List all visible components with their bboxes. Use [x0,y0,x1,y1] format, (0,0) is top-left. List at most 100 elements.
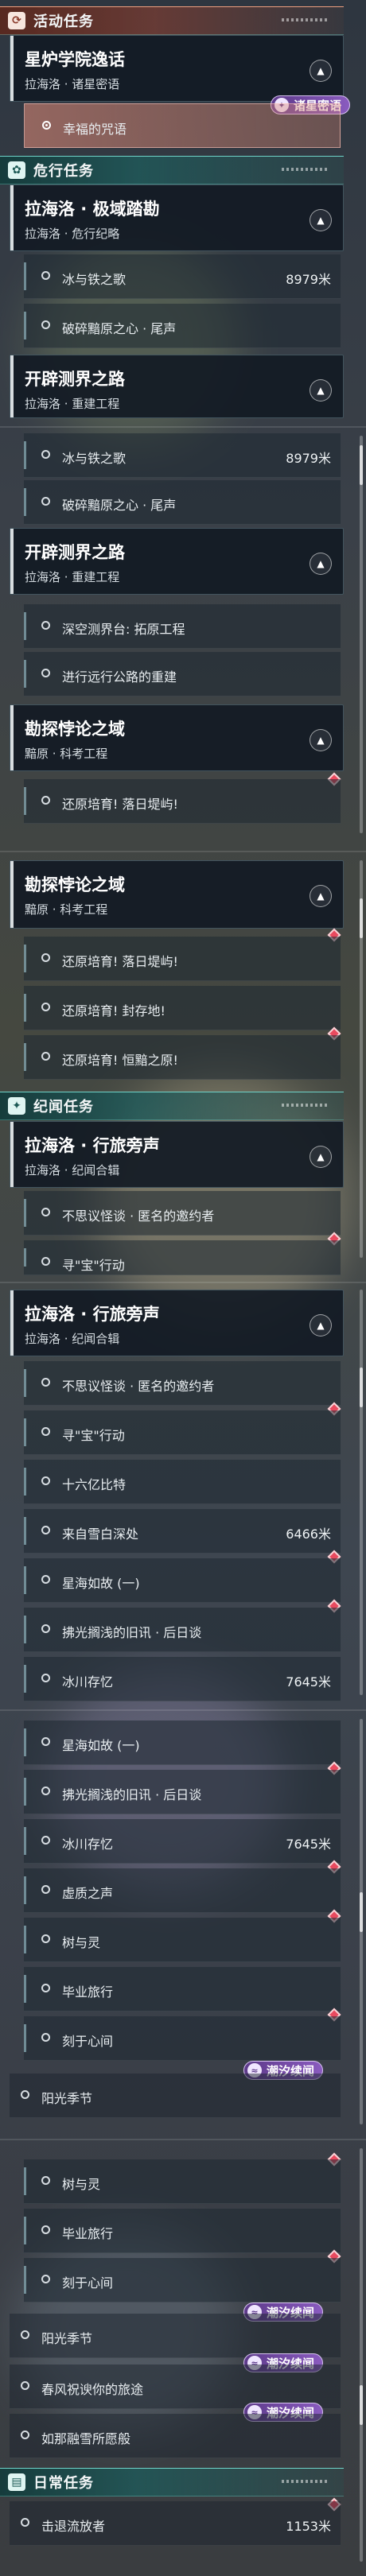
quest-card-explore-2[interactable]: 勘探悖论之域 黯原 · 科考工程 ▲ [10,860,344,929]
task-sea-2[interactable]: 星海如故 (一) [24,1721,341,1765]
task-strange[interactable]: 不思议怪谈 · 匿名的邀约者 [24,1191,341,1236]
task-label: 虚质之声 [62,1886,114,1901]
task-strange-2[interactable]: 不思议怪谈 · 匿名的邀约者 [24,1361,341,1406]
scrollbar-thumb[interactable] [360,1368,363,1407]
scrollbar-thumb[interactable] [360,2385,363,2425]
collapse-arrow-icon[interactable]: ▲ [310,379,332,402]
scrollbar-thumb[interactable] [360,898,363,938]
task-distance: 8979米 [286,451,331,466]
task-indicator [24,994,26,1022]
task-status-circle [41,271,50,280]
task-lucky[interactable]: 幸福的咒语 [24,103,341,148]
task-status-circle [41,1737,50,1746]
task-glacier[interactable]: 冰川存忆 7645米 [24,1657,341,1701]
task-label: 冰与铁之歌 [62,451,127,466]
task-abyss[interactable]: 来自雪白深处 6466米 [24,1509,341,1554]
task-sixteen[interactable]: 十六亿比特 [24,1460,341,1504]
task-indicator [24,1616,26,1643]
quest-card-travel-2[interactable]: 拉海洛 · 行旅旁声 拉海洛 · 纪闻合辑 ▲ [10,1290,344,1356]
task-seek[interactable]: 寻"宝"行动 [24,1240,341,1275]
task-label: 星海如故 (一) [62,1738,140,1753]
spiral-icon: ⟳ [8,12,25,29]
quest-title: 勘探悖论之域 [25,875,125,894]
quest-subtitle: 黯原 · 科考工程 [25,902,108,917]
task-label: 冰川存忆 [62,1674,114,1690]
scrollbar-track[interactable] [360,1290,363,1695]
quest-card-travel[interactable]: 拉海洛 · 行旅旁声 拉海洛 · 纪闻合辑 ▲ [10,1121,344,1188]
quest-card-starforge[interactable]: 星炉学院逸话 拉海洛 · 诸星密语 ▲ [10,35,344,102]
collapse-arrow-icon[interactable]: ▲ [310,1314,332,1336]
task-restore2[interactable]: 还原培育! 封存地! [24,986,341,1030]
task-status-circle [41,669,50,677]
task-old-2[interactable]: 拂光搁浅的旧讯 · 后日谈 [24,1770,341,1814]
task-status-circle [21,2518,29,2527]
task-label: 十六亿比特 [62,1477,127,1492]
collapse-arrow-icon[interactable]: ▲ [310,209,332,231]
collapse-arrow-icon[interactable]: ▲ [310,885,332,907]
task-seek-2[interactable]: 寻"宝"行动 [24,1410,341,1455]
task-iceiron[interactable]: 冰与铁之歌 8979米 [24,254,341,299]
task-label: 进行远行公路的重建 [62,669,177,685]
task-restore3[interactable]: 还原培育! 恒黯之原! [24,1035,341,1080]
task-sea[interactable]: 星海如故 (一) [24,1558,341,1603]
task-sunshine-2[interactable]: 阳光季节 [10,2314,341,2358]
section-header-daily[interactable]: ▤ 日常任务 [0,2468,344,2496]
section-header-activity[interactable]: ⟳ 活动任务 [0,6,344,35]
collapse-arrow-icon[interactable]: ▲ [310,729,332,751]
task-glacier-2[interactable]: 冰川存忆 7645米 [24,1819,341,1864]
task-indicator [24,312,26,339]
scrollbar-track[interactable] [360,436,363,833]
scrollbar-thumb[interactable] [360,445,363,485]
header-decoration [282,168,329,171]
task-tree-2[interactable]: 树与灵 [24,2159,341,2204]
section-header-crisis[interactable]: ✿ 危行任务 [0,156,344,184]
task-label: 幸福的咒语 [63,122,127,137]
task-engrave-2[interactable]: 刻于心间 [24,2258,341,2302]
section-header-chronicle[interactable]: ✦ 纪闻任务 [0,1092,344,1120]
task-label: 刻于心间 [62,2275,114,2291]
task-mouse[interactable]: 如那融雪所愿般 [10,2414,341,2458]
quest-card-pioneer-2[interactable]: 开辟测界之路 拉海洛 · 重建工程 ▲ [10,528,344,595]
collapse-arrow-icon[interactable]: ▲ [310,553,332,575]
task-distance: 7645米 [286,1837,331,1852]
quest-title: 拉海洛 · 极域踏勘 [25,200,160,219]
task-graduate[interactable]: 毕业旅行 [24,1967,341,2012]
task-status-circle [41,1378,50,1387]
task-indicator [24,1566,26,1594]
section-title: 纪闻任务 [33,1099,94,1115]
task-shatter-2[interactable]: 破碎黯原之心 · 尾声 [24,480,341,525]
task-status-circle [41,497,50,506]
task-deepbase[interactable]: 深空测界台: 拓原工程 [24,604,341,649]
task-label: 还原培育! 落日堤屿! [62,954,178,969]
task-label: 刻于心间 [62,2034,114,2049]
collapse-arrow-icon[interactable]: ▲ [310,60,332,82]
task-status-circle [41,1208,50,1216]
task-status-circle [41,1575,50,1584]
task-engrave[interactable]: 刻于心间 [24,2016,341,2061]
task-old[interactable]: 拂光搁浅的旧讯 · 后日谈 [24,1608,341,1652]
task-highway[interactable]: 进行远行公路的重建 [24,652,341,696]
scrollbar-track[interactable] [360,2148,363,2562]
task-status-circle [21,2090,29,2099]
task-sunshine[interactable]: 阳光季节 [10,2074,341,2118]
task-tree[interactable]: 树与灵 [24,1918,341,1962]
task-status-circle [41,450,50,459]
quest-subtitle: 拉海洛 · 危行纪略 [25,227,120,241]
quest-card-explore[interactable]: 勘探悖论之域 黯原 · 科考工程 ▲ [10,704,344,771]
task-strike[interactable]: 击退流放者 1153米 [10,2501,341,2546]
task-shatter[interactable]: 破碎黯原之心 · 尾声 [24,304,341,348]
task-restore1-2[interactable]: 还原培育! 落日堤屿! [24,937,341,981]
quest-card-extreme[interactable]: 拉海洛 · 极域踏勘 拉海洛 · 危行纪略 ▲ [10,184,344,251]
task-iceiron-2[interactable]: 冰与铁之歌 8979米 [24,433,341,478]
task-status-circle [41,2176,50,2185]
task-status-circle [21,2330,29,2339]
task-void[interactable]: 虚质之声 [24,1868,341,1913]
task-restore1[interactable]: 还原培育! 落日堤屿! [24,779,341,824]
collapse-arrow-icon[interactable]: ▲ [310,1146,332,1168]
task-indicator [24,1778,26,1806]
task-status-circle [41,621,50,630]
quest-card-pioneer[interactable]: 开辟测界之路 拉海洛 · 重建工程 ▲ [10,355,344,418]
scrollbar-thumb[interactable] [360,1892,363,1932]
task-graduate-2[interactable]: 毕业旅行 [24,2209,341,2253]
task-label: 破碎黯原之心 · 尾声 [62,498,177,513]
